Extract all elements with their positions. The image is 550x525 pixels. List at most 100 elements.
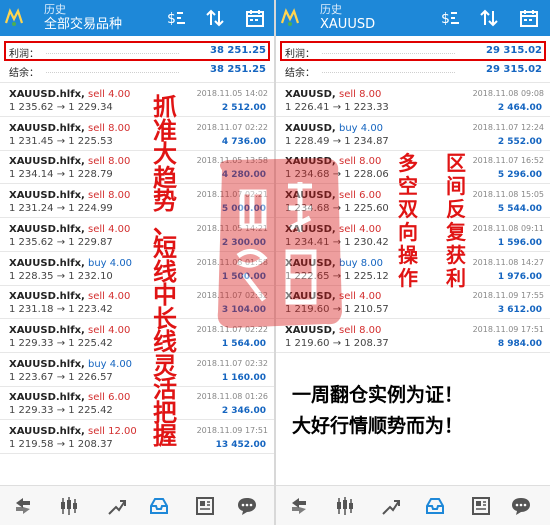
trade-date: 2018.11.09 17:51 — [196, 426, 268, 435]
trade-row[interactable]: XAUUSD, sell 4.00 1 219.60 → 1 210.57 2018.… — [276, 286, 550, 320]
callout-vertical-text-1: 多空双向操作 — [393, 152, 423, 290]
calendar-icon[interactable] — [518, 7, 540, 29]
trade-action: buy 4.00 — [88, 358, 133, 370]
trade-prices: 1 234.68 → 1 228.06 — [285, 169, 389, 181]
balance-label: 结余： — [9, 68, 39, 79]
trade-row[interactable]: XAUUSD.hlfx, buy 4.00 1 223.67 → 1 226.57 2… — [0, 354, 274, 387]
trade-prices: 1 231.45 → 1 225.53 — [9, 135, 113, 147]
quotes-icon[interactable] — [12, 495, 34, 517]
trade-date: 2018.11.05 13:58 — [196, 156, 268, 166]
trade-date: 2018.11.07 02:32 — [196, 358, 268, 368]
header-bar: 历史 XAUUSD $ — [276, 0, 550, 36]
trade-prices: 1 234.41 → 1 230.42 — [285, 236, 389, 248]
trade-filter-icon[interactable]: $ — [166, 7, 188, 29]
header-bar: 历史 全部交易品种 $ — [0, 0, 274, 36]
trade-symbol: XAUUSD, — [285, 257, 336, 269]
callout-char: 活 — [153, 375, 177, 403]
trade-prices: 1 228.49 → 1 234.87 — [285, 135, 389, 147]
trade-row[interactable]: XAUUSD.hlfx, sell 8.00 1 231.45 → 1 225.53… — [0, 118, 274, 151]
trade-prices: 1 231.18 → 1 223.42 — [9, 304, 113, 316]
trade-row[interactable]: XAUUSD.hlfx, buy 4.00 1 228.35 → 1 232.10 2… — [0, 253, 274, 286]
trade-filter-icon[interactable]: $ — [440, 7, 462, 29]
balance-value: 29 315.02 — [486, 64, 542, 75]
callout-char: 间 — [446, 174, 466, 198]
trade-row[interactable]: XAUUSD.hlfx, sell 4.00 1 229.33 → 1 225.42… — [0, 320, 274, 353]
trade-action: buy 4.00 — [88, 257, 133, 269]
callout-char: 复 — [446, 220, 466, 244]
trade-action: sell 6.00 — [339, 190, 382, 202]
metatrader-logo-icon[interactable] — [280, 7, 300, 27]
trade-prices: 1 229.33 → 1 225.42 — [9, 337, 113, 349]
header-title[interactable]: XAUUSD — [320, 17, 375, 32]
news-icon[interactable] — [470, 495, 492, 517]
balance-value: 38 251.25 — [210, 64, 266, 75]
trade-action: sell 6.00 — [88, 392, 131, 404]
bottom-nav — [276, 485, 550, 525]
trade-prices: 1 219.60 → 1 210.57 — [285, 304, 389, 316]
dotted-leader — [322, 72, 455, 73]
trade-symbol: XAUUSD.hlfx, — [9, 89, 85, 100]
balance-row: 结余： 38 251.25 — [0, 61, 274, 79]
trade-profit: 3 612.00 — [497, 305, 542, 316]
trade-date: 2018.11.08 09:08 — [472, 89, 544, 98]
trade-symbol: XAUUSD.hlfx, — [9, 358, 85, 370]
trade-prices: 1 235.62 → 1 229.87 — [9, 236, 113, 248]
callout-char: 双 — [398, 197, 418, 221]
trade-row[interactable]: XAUUSD.hlfx, sell 8.00 1 234.14 → 1 228.79… — [0, 151, 274, 185]
trade-symbol: XAUUSD.hlfx, — [9, 426, 85, 437]
trade-prices: 1 219.58 → 1 208.37 — [9, 439, 113, 450]
trade-row[interactable]: XAUUSD.hlfx, sell 6.00 1 229.33 → 1 225.42… — [0, 387, 274, 421]
sort-icon[interactable] — [478, 7, 500, 29]
callout-char: 向 — [398, 220, 418, 244]
trade-row[interactable]: XAUUSD.hlfx, sell 8.00 1 231.24 → 1 224.99… — [0, 185, 274, 219]
trade-profit: 2 552.00 — [497, 136, 542, 147]
dotted-leader — [46, 72, 179, 73]
trade-profit: 13 452.00 — [215, 440, 266, 450]
quotes-icon[interactable] — [288, 495, 310, 517]
trade-symbol: XAUUSD.hlfx, — [9, 257, 85, 269]
trade-symbol: XAUUSD.hlfx, — [9, 291, 85, 303]
trade-prices: 1 229.33 → 1 225.42 — [9, 405, 113, 417]
callout-char: 短 — [153, 234, 177, 262]
trade-symbol: XAUUSD, — [285, 223, 336, 235]
trade-profit: 5 296.00 — [497, 170, 542, 181]
chart-candles-icon[interactable] — [334, 495, 356, 517]
metatrader-logo-icon[interactable] — [4, 7, 24, 27]
balance-label: 结余： — [285, 68, 315, 79]
trade-date: 2018.11.07 02:32 — [196, 291, 268, 301]
trade-profit: 1 500.00 — [221, 271, 266, 282]
trade-symbol: XAUUSD.hlfx, — [9, 324, 85, 336]
trade-prices: 1 223.67 → 1 226.57 — [9, 371, 113, 383]
trade-date: 2018.11.08 14:27 — [472, 257, 544, 267]
profit-label: 利润： — [9, 49, 39, 60]
chart-candles-icon[interactable] — [58, 495, 80, 517]
profit-row: 利润： 29 315.02 — [276, 42, 550, 60]
trade-row[interactable]: XAUUSD, sell 8.00 1 226.41 → 1 223.33 2018.… — [276, 84, 550, 117]
trade-row[interactable]: XAUUSD, buy 4.00 1 228.49 → 1 234.87 2018.1… — [276, 118, 550, 151]
trade-row[interactable]: XAUUSD.hlfx, sell 4.00 1 231.18 → 1 223.42… — [0, 286, 274, 320]
trade-profit: 2 464.00 — [497, 103, 542, 113]
trade-row[interactable]: XAUUSD.hlfx, sell 12.00 1 219.58 → 1 208.3… — [0, 421, 274, 454]
calendar-icon[interactable] — [244, 7, 266, 29]
trade-prices: 1 226.41 → 1 223.33 — [285, 102, 389, 113]
trade-row[interactable]: XAUUSD, sell 8.00 1 219.60 → 1 208.37 2018.… — [276, 320, 550, 353]
header-subtitle: 历史 — [320, 3, 342, 16]
trade-row[interactable]: XAUUSD.hlfx, sell 4.00 1 235.62 → 1 229.34… — [0, 84, 274, 117]
chat-icon[interactable] — [236, 495, 258, 517]
header-title[interactable]: 全部交易品种 — [44, 17, 122, 32]
trade-action: sell 4.00 — [88, 89, 131, 100]
trade-icon[interactable] — [106, 495, 128, 517]
history-icon[interactable] — [148, 495, 170, 517]
callout-char: 操 — [398, 243, 418, 267]
trade-prices: 1 231.24 → 1 224.99 — [9, 203, 113, 215]
trade-icon[interactable] — [380, 495, 402, 517]
news-icon[interactable] — [194, 495, 216, 517]
dotted-leader — [46, 53, 179, 54]
trade-symbol: XAUUSD, — [285, 122, 336, 134]
history-panel-all-symbols: 历史 全部交易品种 $ 利润： 38 251.25 结余： 38 251.25 … — [0, 0, 274, 525]
history-icon[interactable] — [424, 495, 446, 517]
trade-row[interactable]: XAUUSD.hlfx, sell 4.00 1 235.62 → 1 229.87… — [0, 219, 274, 252]
chat-icon[interactable] — [510, 495, 532, 517]
trade-profit: 8 984.00 — [497, 338, 542, 349]
sort-icon[interactable] — [204, 7, 226, 29]
